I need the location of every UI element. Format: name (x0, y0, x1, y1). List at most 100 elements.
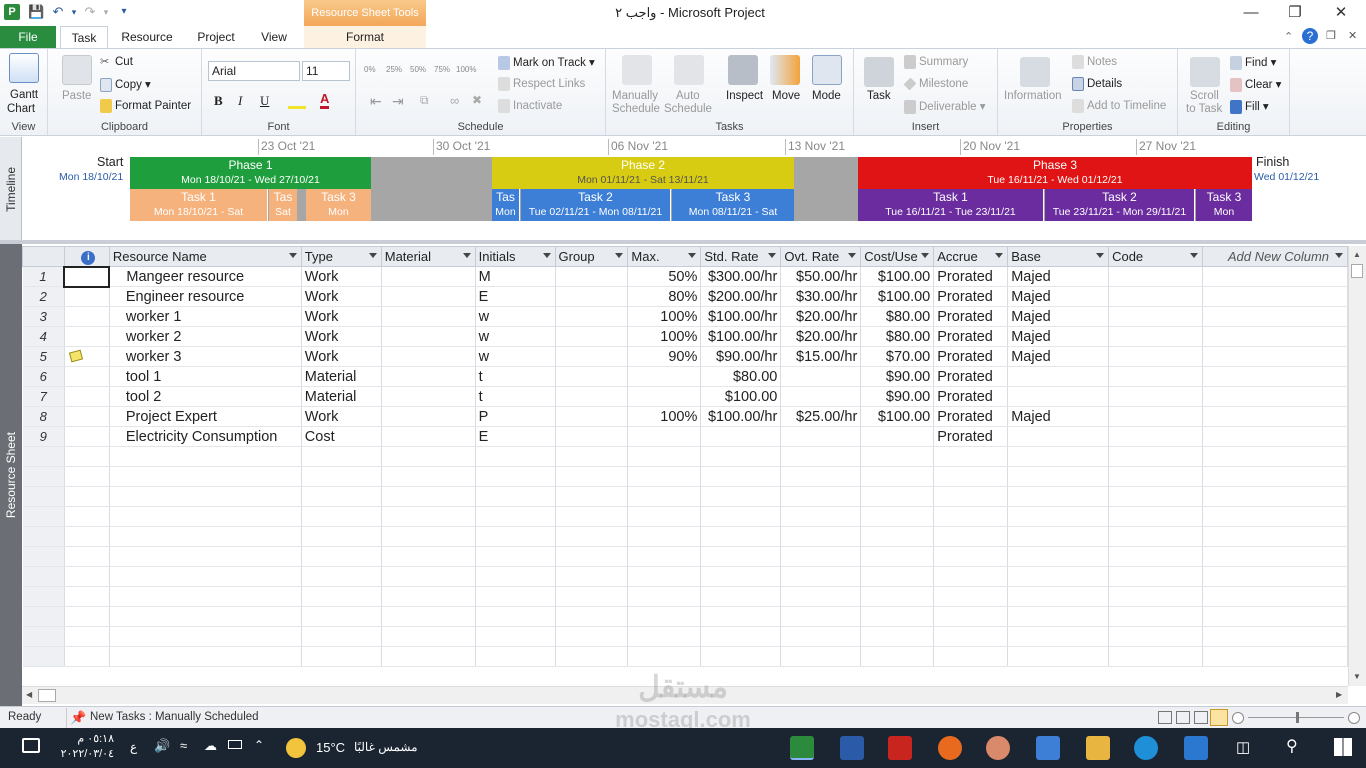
scroll-left-arrow-icon[interactable]: ◀ (26, 690, 32, 699)
row-id[interactable]: 1 (22, 266, 65, 287)
cell-max[interactable]: 50% (627, 266, 702, 287)
language-indicator[interactable]: ع (130, 740, 137, 754)
empty-row[interactable] (22, 506, 1348, 527)
timeline-task-bar[interactable]: Task 2 Tue 02/11/21 - Mon 08/11/21 (521, 189, 671, 221)
empty-cell[interactable] (301, 506, 382, 527)
add-to-timeline-button[interactable]: Add to Timeline (1072, 99, 1166, 113)
clear-button[interactable]: Clear ▾ (1230, 77, 1281, 92)
col-header-cost-use[interactable]: Cost/Use (860, 246, 935, 267)
empty-cell[interactable] (475, 546, 556, 567)
cell-code[interactable] (1108, 326, 1203, 347)
empty-cell[interactable] (109, 546, 302, 567)
deliverable-button[interactable]: Deliverable ▾ (904, 99, 986, 114)
cell-base[interactable]: Majed (1007, 286, 1110, 307)
mark-on-track-button[interactable]: Mark on Track ▾ (498, 55, 595, 70)
cell-code[interactable] (1108, 406, 1203, 427)
timeline-splitter[interactable] (0, 240, 1366, 244)
empty-row[interactable] (22, 546, 1348, 567)
table-row[interactable]: 9 Electricity Consumption Cost E Prorated (22, 426, 1348, 447)
empty-cell[interactable] (381, 586, 476, 607)
empty-cell[interactable] (109, 486, 302, 507)
empty-cell[interactable] (475, 646, 556, 667)
empty-cell[interactable] (1108, 486, 1203, 507)
cell-material[interactable] (381, 266, 476, 287)
cell-base[interactable]: Majed (1007, 326, 1110, 347)
cell-new-column[interactable] (1202, 326, 1348, 347)
empty-cell[interactable] (627, 546, 702, 567)
taskbar-explorer-icon[interactable] (1086, 736, 1110, 760)
cell-ovt-rate[interactable] (780, 366, 862, 387)
empty-cell[interactable] (64, 566, 110, 587)
cell-accrue[interactable]: Prorated (933, 426, 1009, 447)
indicator-cell[interactable] (64, 346, 110, 367)
col-header-add-new-column[interactable]: Add New Column (1201, 246, 1348, 267)
empty-cell[interactable] (475, 526, 556, 547)
cell-new-column[interactable] (1202, 306, 1348, 327)
empty-cell[interactable] (301, 526, 382, 547)
empty-cell[interactable] (555, 446, 629, 467)
empty-cell[interactable] (555, 606, 629, 627)
empty-cell[interactable] (475, 626, 556, 647)
empty-cell[interactable] (1108, 466, 1203, 487)
empty-cell[interactable] (555, 466, 629, 487)
vertical-scrollbar[interactable]: ▲ ▼ (1348, 246, 1366, 686)
col-header-initials[interactable]: Initials (474, 246, 556, 267)
timeline-task-bar[interactable]: Task 3 Mon 08/11/21 - Sat (672, 189, 794, 221)
cell-ovt-rate[interactable]: $25.00/hr (780, 406, 862, 427)
empty-cell[interactable] (301, 466, 382, 487)
tab-resource[interactable]: Resource (114, 26, 180, 48)
cell-max[interactable]: 100% (627, 306, 702, 327)
empty-cell[interactable] (555, 566, 629, 587)
start-icon[interactable] (1334, 738, 1352, 756)
row-id[interactable]: 4 (22, 326, 65, 347)
empty-cell[interactable] (64, 646, 110, 667)
cell-base[interactable] (1007, 426, 1110, 447)
timeline-task-bar[interactable]: Task 1 Mon 18/10/21 - Sat (130, 189, 268, 221)
empty-cell[interactable] (1202, 486, 1348, 507)
cell-initials[interactable]: P (475, 406, 556, 427)
cell-group[interactable] (555, 306, 629, 327)
cell-initials[interactable]: E (475, 426, 556, 447)
cell-code[interactable] (1108, 286, 1203, 307)
empty-cell[interactable] (1108, 446, 1203, 467)
indicator-cell[interactable] (64, 286, 110, 307)
row-id[interactable] (22, 626, 65, 647)
mode-icon[interactable] (812, 55, 842, 85)
cell-code[interactable] (1108, 366, 1203, 387)
empty-cell[interactable] (860, 526, 935, 547)
cell-ovt-rate[interactable] (780, 426, 862, 447)
empty-cell[interactable] (475, 586, 556, 607)
timeline-task-bar[interactable]: Tas Sat (269, 189, 297, 221)
cell-max[interactable]: 100% (627, 406, 702, 427)
cell-code[interactable] (1108, 346, 1203, 367)
cell-ovt-rate[interactable]: $30.00/hr (780, 286, 862, 307)
empty-cell[interactable] (627, 626, 702, 647)
information-button[interactable]: Information (1004, 90, 1062, 102)
empty-row[interactable] (22, 446, 1348, 467)
cell-material[interactable] (381, 326, 476, 347)
empty-cell[interactable] (860, 606, 935, 627)
cell-base[interactable] (1007, 366, 1110, 387)
indicator-cell[interactable] (64, 326, 110, 347)
manually-schedule-icon[interactable] (622, 55, 652, 85)
weather-icon[interactable] (286, 738, 306, 758)
pct-0-button[interactable]: 0% (364, 65, 376, 74)
background-color-icon[interactable] (288, 93, 306, 109)
cell-max[interactable] (627, 426, 702, 447)
cell-cost-use[interactable] (860, 426, 935, 447)
col-header-type[interactable]: Type (300, 246, 382, 267)
cell-type[interactable]: Work (301, 326, 382, 347)
paste-button[interactable]: Paste (62, 90, 91, 102)
task-icon[interactable] (864, 57, 894, 87)
cell-accrue[interactable]: Prorated (933, 266, 1009, 287)
empty-cell[interactable] (933, 486, 1009, 507)
cell-resource-name[interactable]: worker 3 (109, 346, 302, 367)
empty-cell[interactable] (64, 506, 110, 527)
empty-cell[interactable] (109, 446, 302, 467)
project-app-icon[interactable]: P (4, 4, 20, 20)
taskbar-firefox-icon[interactable] (938, 736, 962, 760)
tab-format[interactable]: Format (304, 26, 426, 48)
cell-ovt-rate[interactable] (780, 386, 862, 407)
empty-cell[interactable] (1108, 566, 1203, 587)
redo-icon[interactable]: ↷ (82, 4, 98, 20)
